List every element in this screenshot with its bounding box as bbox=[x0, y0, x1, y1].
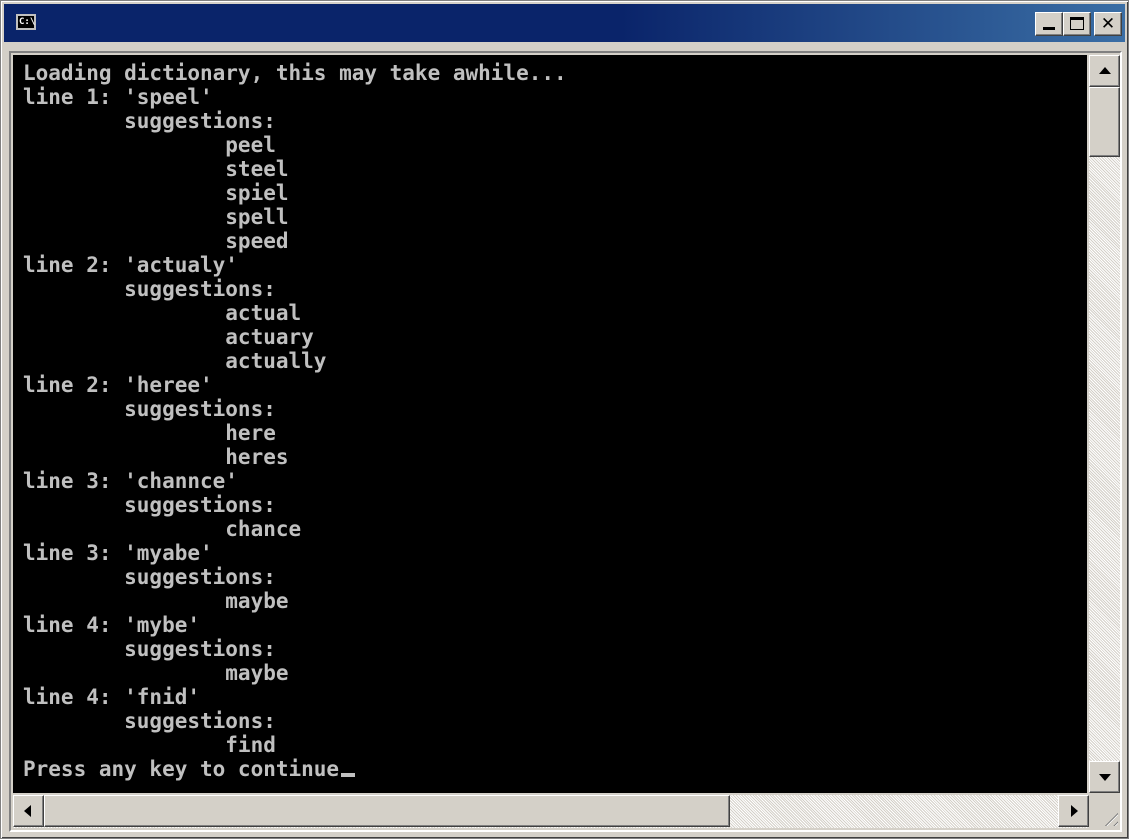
console-line-text: heres bbox=[23, 445, 289, 469]
arrow-up-icon bbox=[1099, 67, 1111, 74]
console-line: suggestions: bbox=[23, 397, 276, 421]
console-line-text: line 4: 'mybe' bbox=[23, 613, 201, 637]
console-line: chance bbox=[23, 517, 301, 541]
vertical-scroll-thumb[interactable] bbox=[1089, 87, 1120, 157]
console-client-area: Loading dictionary, this may take awhile… bbox=[9, 51, 1122, 832]
console-line-text: line 2: 'heree' bbox=[23, 373, 213, 397]
console-line: actuary bbox=[23, 325, 314, 349]
close-icon: ✕ bbox=[1100, 14, 1116, 34]
console-line: peel bbox=[23, 133, 276, 157]
console-line-text: Loading dictionary, this may take awhile… bbox=[23, 61, 567, 85]
console-line: line 2: 'heree' bbox=[23, 373, 213, 397]
console-line-text: suggestions: bbox=[23, 565, 276, 589]
scroll-right-button[interactable] bbox=[1058, 795, 1089, 827]
minimize-button[interactable] bbox=[1035, 12, 1063, 36]
console-line: suggestions: bbox=[23, 277, 276, 301]
console-line: line 1: 'speel' bbox=[23, 85, 213, 109]
console-line-text: chance bbox=[23, 517, 302, 541]
console-line-text: peel bbox=[23, 133, 276, 157]
scroll-down-button[interactable] bbox=[1089, 761, 1120, 793]
console-line-text: suggestions: bbox=[23, 277, 276, 301]
console-line: steel bbox=[23, 157, 289, 181]
console-window: C:\ ✕ Loading dictionary, this may take … bbox=[0, 0, 1129, 839]
console-line: suggestions: bbox=[23, 565, 276, 589]
console-line: spiel bbox=[23, 181, 289, 205]
console-line-text: here bbox=[23, 421, 276, 445]
console-line: line 3: 'channce' bbox=[23, 469, 238, 493]
console-line: suggestions: bbox=[23, 493, 276, 517]
console-line-text: maybe bbox=[23, 589, 289, 613]
console-line-text: steel bbox=[23, 157, 289, 181]
maximize-button[interactable] bbox=[1063, 12, 1091, 36]
title-bar[interactable]: C:\ ✕ bbox=[4, 4, 1125, 42]
arrow-down-icon bbox=[1099, 774, 1111, 781]
console-line-text: line 3: 'myabe' bbox=[23, 541, 213, 565]
console-line-text: spiel bbox=[23, 181, 289, 205]
console-line: line 4: 'fnid' bbox=[23, 685, 200, 709]
console-line: maybe bbox=[23, 589, 289, 613]
resize-grip-icon[interactable] bbox=[1091, 797, 1120, 828]
console-line: speed bbox=[23, 229, 289, 253]
console-line-text: suggestions: bbox=[23, 709, 276, 733]
close-button[interactable]: ✕ bbox=[1094, 12, 1122, 36]
console-line: actual bbox=[23, 301, 301, 325]
console-line-text: line 3: 'channce' bbox=[23, 469, 238, 493]
console-line: find bbox=[23, 733, 276, 757]
console-line-text: actually bbox=[23, 349, 327, 373]
arrow-left-icon bbox=[24, 805, 31, 817]
cmd-icon[interactable]: C:\ bbox=[16, 14, 36, 30]
console-line: actually bbox=[23, 349, 326, 373]
horizontal-scroll-thumb[interactable] bbox=[44, 795, 730, 827]
horizontal-scrollbar[interactable] bbox=[13, 795, 1089, 828]
console-line: line 2: 'actualy' bbox=[23, 253, 238, 277]
console-line-text: actuary bbox=[23, 325, 314, 349]
console-output[interactable]: Loading dictionary, this may take awhile… bbox=[13, 55, 1087, 793]
console-line-text: find bbox=[23, 733, 276, 757]
maximize-icon bbox=[1070, 17, 1084, 30]
console-line: heres bbox=[23, 445, 289, 469]
console-line-text: line 4: 'fnid' bbox=[23, 685, 201, 709]
console-line: Loading dictionary, this may take awhile… bbox=[23, 61, 567, 85]
console-line-text: speed bbox=[23, 229, 289, 253]
console-line: line 4: 'mybe' bbox=[23, 613, 200, 637]
console-prompt-line: Press any key to continue bbox=[23, 757, 356, 781]
console-line: here bbox=[23, 421, 276, 445]
console-line-text: suggestions: bbox=[23, 397, 276, 421]
console-line-text: suggestions: bbox=[23, 637, 276, 661]
console-line-text: maybe bbox=[23, 661, 289, 685]
arrow-right-icon bbox=[1071, 805, 1078, 817]
console-line-text: spell bbox=[23, 205, 289, 229]
console-line-text: suggestions: bbox=[23, 493, 276, 517]
minimize-icon bbox=[1043, 27, 1055, 30]
scroll-left-button[interactable] bbox=[13, 795, 44, 827]
console-line: line 3: 'myabe' bbox=[23, 541, 213, 565]
console-line-text: line 2: 'actualy' bbox=[23, 253, 238, 277]
vertical-scrollbar[interactable] bbox=[1089, 55, 1120, 793]
scroll-up-button[interactable] bbox=[1089, 55, 1120, 87]
console-line-text: Press any key to continue bbox=[23, 757, 340, 781]
console-line: spell bbox=[23, 205, 289, 229]
console-line: suggestions: bbox=[23, 637, 276, 661]
console-line: maybe bbox=[23, 661, 289, 685]
console-line-text: line 1: 'speel' bbox=[23, 85, 213, 109]
console-line: suggestions: bbox=[23, 109, 276, 133]
text-cursor bbox=[341, 773, 356, 777]
console-line-text: suggestions: bbox=[23, 109, 276, 133]
console-line: suggestions: bbox=[23, 709, 276, 733]
console-line-text: actual bbox=[23, 301, 302, 325]
